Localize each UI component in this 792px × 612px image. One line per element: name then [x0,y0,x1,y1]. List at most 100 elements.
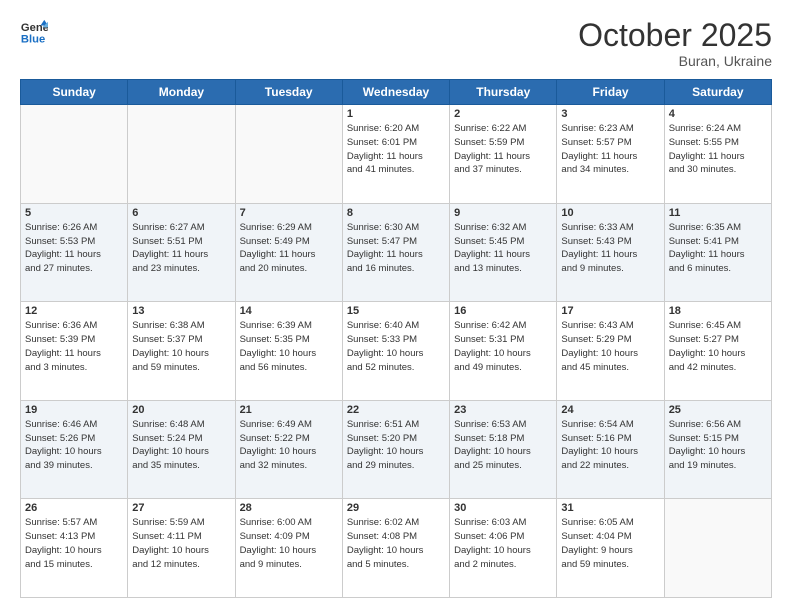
day-number: 28 [240,502,338,514]
day-number: 13 [132,305,230,317]
day-number: 27 [132,502,230,514]
calendar-cell: 9Sunrise: 6:32 AM Sunset: 5:45 PM Daylig… [450,203,557,302]
calendar-cell: 7 Sunrise: 6:29 AM Sunset: 5:49 PM Daylig… [235,203,342,302]
day-number: 11 [669,207,767,219]
day-number: 26 [25,502,123,514]
day-number: 23 [454,404,552,416]
calendar-cell: 26 Sunrise: 5:57 AM Sunset: 4:13 PM Dayli… [21,499,128,598]
calendar-cell: 25 Sunrise: 6:56 AM Sunset: 5:15 PM Dayli… [664,400,771,499]
day-info: Sunrise: 6:39 AM Sunset: 5:35 PM Dayligh… [240,319,338,374]
day-number: 6 [132,207,230,219]
day-number: 8 [347,207,445,219]
day-info: Sunrise: 6:02 AM Sunset: 4:08 PM Dayligh… [347,516,445,571]
title-block: October 2025 Buran, Ukraine [578,18,772,69]
day-info: Sunrise: 6:53 AM Sunset: 5:18 PM Dayligh… [454,418,552,473]
calendar-cell: 31 Sunrise: 6:05 AM Sunset: 4:04 PM Dayli… [557,499,664,598]
day-info: Sunrise: 6:26 AM Sunset: 5:53 PM Dayligh… [25,221,123,276]
calendar-cell: 5Sunrise: 6:26 AM Sunset: 5:53 PM Daylig… [21,203,128,302]
day-number: 2 [454,108,552,120]
calendar-cell: 22 Sunrise: 6:51 AM Sunset: 5:20 PM Dayli… [342,400,449,499]
day-info: Sunrise: 6:49 AM Sunset: 5:22 PM Dayligh… [240,418,338,473]
day-info: Sunrise: 6:30 AM Sunset: 5:47 PM Dayligh… [347,221,445,276]
day-number: 31 [561,502,659,514]
day-number: 12 [25,305,123,317]
header-sunday: Sunday [21,80,128,105]
calendar-cell: 21 Sunrise: 6:49 AM Sunset: 5:22 PM Dayli… [235,400,342,499]
day-info: Sunrise: 6:05 AM Sunset: 4:04 PM Dayligh… [561,516,659,571]
day-number: 20 [132,404,230,416]
calendar-cell: 29 Sunrise: 6:02 AM Sunset: 4:08 PM Dayli… [342,499,449,598]
day-info: Sunrise: 6:36 AM Sunset: 5:39 PM Dayligh… [25,319,123,374]
day-number: 18 [669,305,767,317]
day-info: Sunrise: 6:03 AM Sunset: 4:06 PM Dayligh… [454,516,552,571]
calendar-cell: 14 Sunrise: 6:39 AM Sunset: 5:35 PM Dayli… [235,302,342,401]
day-info: Sunrise: 5:59 AM Sunset: 4:11 PM Dayligh… [132,516,230,571]
calendar-week-5: 26 Sunrise: 5:57 AM Sunset: 4:13 PM Dayli… [21,499,772,598]
day-number: 1 [347,108,445,120]
day-info: Sunrise: 6:24 AM Sunset: 5:55 PM Dayligh… [669,122,767,177]
calendar-cell: 11 Sunrise: 6:35 AM Sunset: 5:41 PM Dayli… [664,203,771,302]
day-number: 30 [454,502,552,514]
day-number: 15 [347,305,445,317]
calendar-table: Sunday Monday Tuesday Wednesday Thursday… [20,79,772,598]
calendar-cell: 19 Sunrise: 6:46 AM Sunset: 5:26 PM Dayli… [21,400,128,499]
calendar-cell: 18 Sunrise: 6:45 AM Sunset: 5:27 PM Dayli… [664,302,771,401]
calendar-week-3: 12 Sunrise: 6:36 AM Sunset: 5:39 PM Dayli… [21,302,772,401]
day-info: Sunrise: 6:00 AM Sunset: 4:09 PM Dayligh… [240,516,338,571]
day-number: 29 [347,502,445,514]
day-number: 19 [25,404,123,416]
day-info: Sunrise: 6:46 AM Sunset: 5:26 PM Dayligh… [25,418,123,473]
calendar-cell: 15 Sunrise: 6:40 AM Sunset: 5:33 PM Dayli… [342,302,449,401]
calendar-cell [235,105,342,204]
calendar-cell: 16Sunrise: 6:42 AM Sunset: 5:31 PM Dayli… [450,302,557,401]
day-info: Sunrise: 6:22 AM Sunset: 5:59 PM Dayligh… [454,122,552,177]
header-friday: Friday [557,80,664,105]
calendar-cell: 13 Sunrise: 6:38 AM Sunset: 5:37 PM Dayli… [128,302,235,401]
calendar-cell: 17Sunrise: 6:43 AM Sunset: 5:29 PM Dayli… [557,302,664,401]
calendar-cell: 30 Sunrise: 6:03 AM Sunset: 4:06 PM Dayli… [450,499,557,598]
header-wednesday: Wednesday [342,80,449,105]
day-number: 14 [240,305,338,317]
day-number: 4 [669,108,767,120]
day-number: 25 [669,404,767,416]
day-info: Sunrise: 6:51 AM Sunset: 5:20 PM Dayligh… [347,418,445,473]
calendar-cell: 24Sunrise: 6:54 AM Sunset: 5:16 PM Dayli… [557,400,664,499]
day-info: Sunrise: 6:40 AM Sunset: 5:33 PM Dayligh… [347,319,445,374]
calendar-week-1: 1 Sunrise: 6:20 AM Sunset: 6:01 PM Daylig… [21,105,772,204]
day-info: Sunrise: 6:45 AM Sunset: 5:27 PM Dayligh… [669,319,767,374]
day-number: 9 [454,207,552,219]
day-number: 22 [347,404,445,416]
header-tuesday: Tuesday [235,80,342,105]
calendar-cell: 10Sunrise: 6:33 AM Sunset: 5:43 PM Dayli… [557,203,664,302]
logo: General Blue [20,18,48,46]
day-info: Sunrise: 6:27 AM Sunset: 5:51 PM Dayligh… [132,221,230,276]
day-number: 7 [240,207,338,219]
day-info: Sunrise: 6:54 AM Sunset: 5:16 PM Dayligh… [561,418,659,473]
calendar-cell [21,105,128,204]
calendar-cell: 27 Sunrise: 5:59 AM Sunset: 4:11 PM Dayli… [128,499,235,598]
day-info: Sunrise: 6:23 AM Sunset: 5:57 PM Dayligh… [561,122,659,177]
day-info: Sunrise: 6:29 AM Sunset: 5:49 PM Dayligh… [240,221,338,276]
day-info: Sunrise: 6:38 AM Sunset: 5:37 PM Dayligh… [132,319,230,374]
day-info: Sunrise: 5:57 AM Sunset: 4:13 PM Dayligh… [25,516,123,571]
calendar-cell: 1 Sunrise: 6:20 AM Sunset: 6:01 PM Daylig… [342,105,449,204]
calendar-cell: 12 Sunrise: 6:36 AM Sunset: 5:39 PM Dayli… [21,302,128,401]
calendar-week-4: 19 Sunrise: 6:46 AM Sunset: 5:26 PM Dayli… [21,400,772,499]
calendar-cell: 6 Sunrise: 6:27 AM Sunset: 5:51 PM Daylig… [128,203,235,302]
calendar-week-2: 5Sunrise: 6:26 AM Sunset: 5:53 PM Daylig… [21,203,772,302]
calendar-page: General Blue October 2025 Buran, Ukraine… [0,0,792,612]
calendar-cell: 2 Sunrise: 6:22 AM Sunset: 5:59 PM Daylig… [450,105,557,204]
header: General Blue October 2025 Buran, Ukraine [20,18,772,69]
calendar-cell: 3Sunrise: 6:23 AM Sunset: 5:57 PM Daylig… [557,105,664,204]
day-info: Sunrise: 6:35 AM Sunset: 5:41 PM Dayligh… [669,221,767,276]
day-info: Sunrise: 6:48 AM Sunset: 5:24 PM Dayligh… [132,418,230,473]
header-saturday: Saturday [664,80,771,105]
day-info: Sunrise: 6:20 AM Sunset: 6:01 PM Dayligh… [347,122,445,177]
calendar-cell [664,499,771,598]
day-info: Sunrise: 6:56 AM Sunset: 5:15 PM Dayligh… [669,418,767,473]
header-monday: Monday [128,80,235,105]
day-info: Sunrise: 6:42 AM Sunset: 5:31 PM Dayligh… [454,319,552,374]
month-title: October 2025 [578,18,772,53]
day-number: 21 [240,404,338,416]
calendar-cell: 8 Sunrise: 6:30 AM Sunset: 5:47 PM Daylig… [342,203,449,302]
